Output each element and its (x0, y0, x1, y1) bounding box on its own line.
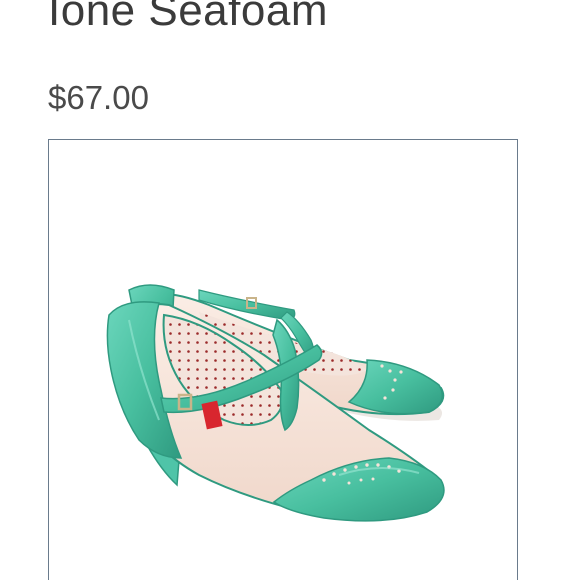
product-title: Ione Seafoam (48, 0, 328, 35)
product-page: Ione Seafoam $67.00 (0, 0, 566, 580)
product-image[interactable] (48, 139, 518, 580)
shoe-illustration (106, 284, 445, 522)
product-price: $67.00 (48, 79, 149, 116)
